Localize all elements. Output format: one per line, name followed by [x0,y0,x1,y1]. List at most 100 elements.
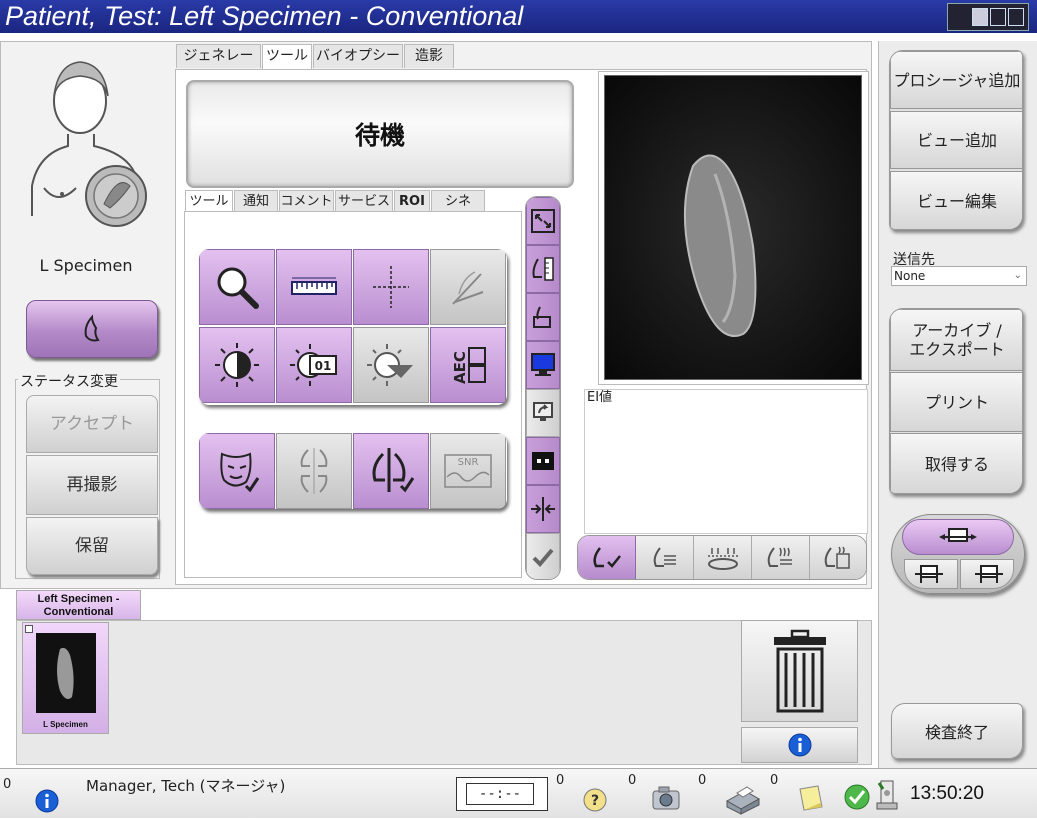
send-to-display-button[interactable] [526,389,560,437]
breast-icon [84,314,100,342]
generator-status-display: 待機 [186,80,574,188]
invert-tool-button[interactable] [199,327,275,403]
device-status-icon[interactable] [873,779,901,817]
breast-check-view-button[interactable] [578,536,636,579]
snr-tool-button[interactable]: SNR [430,433,506,509]
monitor-button[interactable] [526,341,560,389]
add-procedure-button[interactable]: プロシージャ追加 [890,51,1022,109]
close-study-button[interactable]: 検査終了 [891,703,1023,759]
aec-tool-button[interactable]: AEC [430,327,506,403]
aec-text: AEC [451,351,469,384]
side-tool-strip [525,196,561,580]
split-view-button[interactable] [526,485,560,533]
queue-count: 0 [556,773,565,788]
density-view-button[interactable] [752,536,810,579]
subtab-notice[interactable]: 通知 [234,190,278,212]
implant-view-button[interactable] [26,300,158,358]
accept-check-button[interactable] [526,533,560,579]
exposure-timer: --:-- [466,783,534,805]
edit-view-button[interactable]: ビュー編集 [890,171,1022,229]
window-control-icon[interactable] [947,3,1029,31]
window-level-icon [367,344,413,386]
face-view-button[interactable] [199,433,275,509]
hold-button[interactable]: 保留 [26,517,158,575]
accept-button[interactable]: アクセプト [26,395,158,453]
status-info-icon[interactable] [35,789,59,817]
printer-icon[interactable] [723,783,763,819]
subtab-tools[interactable]: ツール [185,190,233,212]
aec-icon: AEC [451,347,486,384]
alarm-count: 0 [3,777,12,792]
snr-text: SNR [458,457,479,468]
window-title: Patient, Test: Left Specimen - Conventio… [5,1,524,31]
paddle-left-icon [915,565,943,583]
svg-text:?: ? [591,793,599,809]
window-level-preset-icon: 01 [290,344,337,386]
crosshair-tool-button[interactable] [353,249,429,325]
breast-position-icon [18,46,156,246]
retake-button[interactable]: 再撮影 [26,455,158,515]
zoom-tool-button[interactable] [199,249,275,325]
preset-number-text: 01 [315,359,332,373]
window-level-preset-button[interactable]: 01 [276,327,352,403]
clock: 13:50:20 [910,783,984,804]
thumbnail-label: L Specimen [43,720,88,729]
view-label: L Specimen [39,256,133,275]
subtab-comment[interactable]: コメント [279,190,334,212]
add-view-button[interactable]: ビュー追加 [890,111,1022,169]
split-arrows-icon [531,497,555,521]
thumbnail-item[interactable]: L Specimen [22,622,109,734]
fit-view-button[interactable] [526,197,560,245]
annotation-tool-button[interactable] [430,249,506,325]
subtab-service[interactable]: サービス [335,190,393,212]
subtab-roi[interactable]: ROI [394,190,430,212]
user-name[interactable]: Manager, Tech (マネージャ) [86,775,285,796]
archive-export-button[interactable]: アーカイブ / エクスポート [890,309,1022,371]
notes-icon[interactable] [796,783,826,817]
print-count: 0 [698,773,707,788]
view-tools-group: SNR [199,433,507,509]
breast-check-icon [592,546,621,568]
print-button[interactable]: プリント [890,372,1022,432]
paddle-center-button[interactable] [902,519,1014,555]
series-tab[interactable]: Left Specimen - Conventional [16,590,141,620]
report-view-button[interactable] [810,536,866,579]
tab-generator[interactable]: ジェネレータ [176,44,261,86]
true-size-button[interactable] [526,245,560,293]
system-ok-icon[interactable] [843,783,871,815]
paddle-shift-control [891,514,1025,594]
paddle-right-button[interactable] [960,559,1014,589]
specimen-image[interactable] [604,75,862,380]
compression-view-button[interactable] [694,536,752,579]
pixel-view-button[interactable] [526,437,560,485]
question-disk-icon[interactable]: ? [582,787,608,817]
snr-chart-icon: SNR [444,454,492,488]
ei-value-label: EI値 [587,390,613,405]
camera-queue-icon[interactable] [649,783,685,817]
contrast-icon [215,343,259,387]
mirror-icon [300,448,328,494]
ruler-tool-button[interactable] [276,249,352,325]
tab-contrast[interactable]: 造影 [404,44,454,68]
procedure-button-group: プロシージャ追加 ビュー追加 ビュー編集 [889,50,1023,230]
compression-icon [707,547,738,570]
delete-button[interactable] [741,620,858,722]
actual-pixel-button[interactable] [526,293,560,341]
subtab-cine[interactable]: シネ [431,190,485,212]
info-button[interactable] [741,727,858,763]
display-arrow-icon [533,402,553,421]
tab-biopsy[interactable]: バイオプシー [313,44,403,68]
implant-view-mode-button[interactable] [636,536,694,579]
tab-tools[interactable]: ツール [262,44,312,70]
paddle-left-button[interactable] [904,559,958,589]
thumbnail-checkbox[interactable] [25,625,33,633]
send-to-select[interactable]: None ⌄ [891,266,1027,286]
trash-icon [773,629,826,713]
mirror-view-button[interactable] [276,433,352,509]
ruler-icon [291,277,337,295]
flip-view-button[interactable] [353,433,429,509]
retrieve-button[interactable]: 取得する [890,433,1022,493]
magnifier-icon [217,267,259,309]
window-level-tool-button[interactable] [353,327,429,403]
ei-value-box [584,389,868,534]
